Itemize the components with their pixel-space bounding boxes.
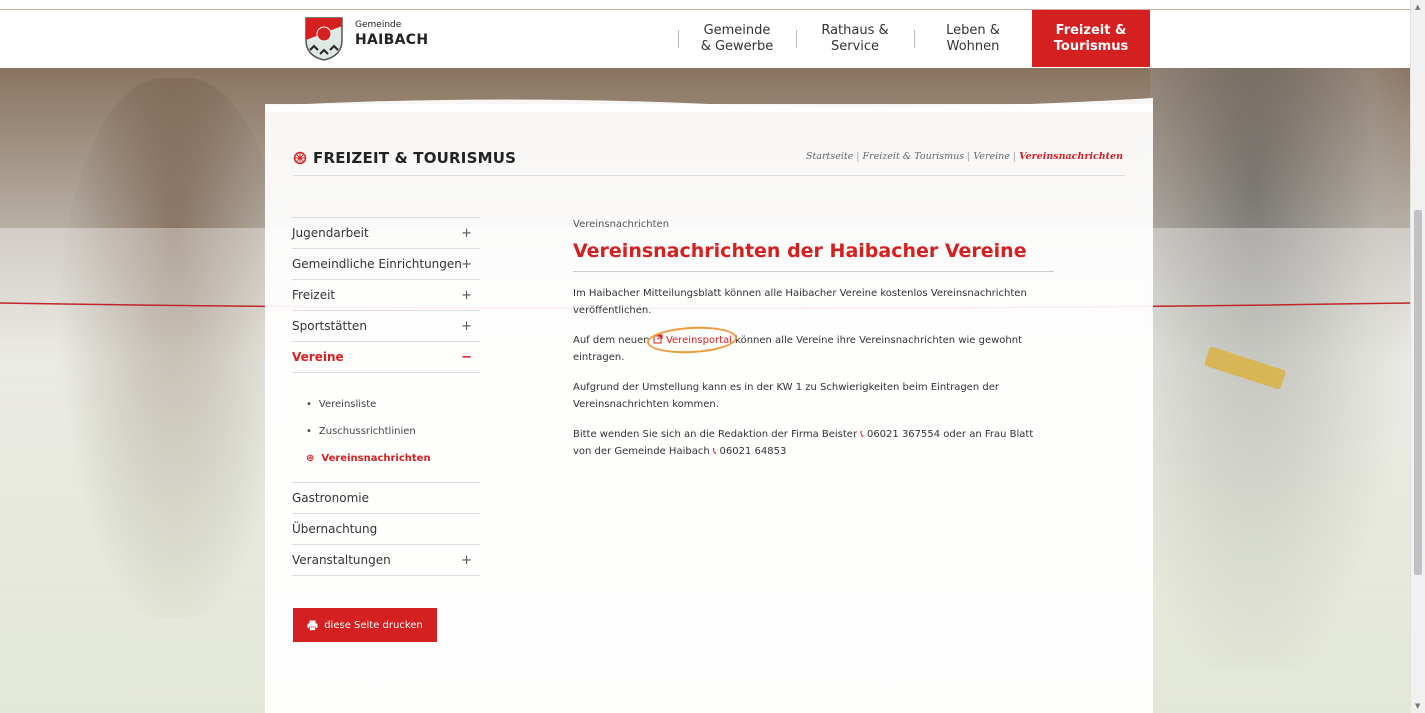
nav-freizeit-tourismus[interactable]: Freizeit & Tourismus bbox=[1032, 10, 1150, 67]
bullet-icon: • bbox=[306, 399, 312, 410]
phone-icon: 📞︎ bbox=[712, 446, 717, 457]
paragraph-text: Bitte wenden Sie sich an die Redaktion d… bbox=[573, 429, 861, 440]
sidebar-item-label: Veranstaltungen bbox=[292, 553, 391, 567]
phone-number-beister[interactable]: 06021 367554 bbox=[867, 429, 940, 440]
flower-icon bbox=[293, 151, 307, 165]
expand-plus-icon[interactable]: + bbox=[461, 553, 472, 568]
breadcrumb: Startseite | Freizeit & Tourismus | Vere… bbox=[806, 151, 1123, 162]
sidebar-item-label: Sportstätten bbox=[292, 319, 367, 333]
print-page-button[interactable]: diese Seite drucken bbox=[293, 608, 437, 642]
section-divider bbox=[293, 175, 1125, 176]
phone-icon: 📞︎ bbox=[860, 429, 864, 440]
breadcrumb-current: Vereinsnachrichten bbox=[1019, 151, 1123, 162]
breadcrumb-separator: | bbox=[856, 151, 860, 162]
paragraph-kontakt: Bitte wenden Sie sich an die Redaktion d… bbox=[573, 426, 1053, 460]
logo-small-text: Gemeinde bbox=[355, 20, 402, 30]
subnav-label: Vereinsnachrichten bbox=[321, 453, 431, 464]
logo-big-text: HAIBACH bbox=[355, 32, 429, 48]
nav-label: Rathaus & Service bbox=[821, 22, 889, 54]
sidebar-item-sportstaetten[interactable]: Sportstätten + bbox=[292, 310, 480, 341]
scrollbar-thumb[interactable] bbox=[1414, 210, 1422, 575]
paragraph-vereinsportal: Auf dem neuen Vereinsportal können alle … bbox=[573, 324, 1053, 366]
scroll-down-arrow-icon[interactable]: ▼ bbox=[1415, 702, 1420, 710]
paragraph-mitteilungsblatt: Im Haibacher Mitteilungsblatt können all… bbox=[573, 288, 1027, 316]
expand-plus-icon[interactable]: + bbox=[461, 319, 472, 334]
breadcrumb-separator: | bbox=[1012, 151, 1017, 162]
flower-bullet-icon: ⊛ bbox=[306, 453, 315, 464]
page-title: Vereinsnachrichten der Haibacher Vereine bbox=[573, 240, 1027, 262]
breadcrumb-startseite[interactable]: Startseite bbox=[806, 151, 853, 162]
scroll-up-arrow-icon[interactable]: ▲ bbox=[1415, 3, 1420, 11]
nav-label: Leben & Wohnen bbox=[946, 22, 1000, 54]
nav-leben-wohnen[interactable]: Leben & Wohnen bbox=[914, 10, 1032, 67]
sidebar-nav: Jugendarbeit + Gemeindliche Einrichtunge… bbox=[292, 217, 480, 576]
site-header: Gemeinde HAIBACH Gemeinde & Gewerbe Rath… bbox=[0, 0, 1410, 68]
sidebar-item-freizeit[interactable]: Freizeit + bbox=[292, 279, 480, 310]
main-content: Vereinsnachrichten Vereinsnachrichten de… bbox=[573, 219, 1054, 460]
printer-icon bbox=[307, 620, 318, 631]
nav-gemeinde-gewerbe[interactable]: Gemeinde & Gewerbe bbox=[678, 10, 796, 67]
sidebar-item-uebernachtung[interactable]: Übernachtung bbox=[292, 513, 480, 544]
subnav-item-vereinsnachrichten[interactable]: ⊛ Vereinsnachrichten bbox=[306, 445, 480, 472]
sidebar-item-label: Gemeindliche Einrichtungen bbox=[292, 257, 462, 271]
collapse-minus-icon[interactable]: − bbox=[461, 350, 472, 365]
expand-plus-icon[interactable]: + bbox=[461, 257, 472, 272]
content-card: FREIZEIT & TOURISMUS Startseite | Freize… bbox=[265, 104, 1153, 713]
sidebar-item-gastronomie[interactable]: Gastronomie bbox=[292, 482, 480, 513]
main-nav: Gemeinde & Gewerbe Rathaus & Service Leb… bbox=[678, 10, 1150, 67]
nav-label: Freizeit & Tourismus bbox=[1053, 22, 1129, 54]
sidebar-item-label: Vereine bbox=[292, 350, 344, 364]
logo-wordmark[interactable]: Gemeinde HAIBACH bbox=[355, 20, 429, 48]
page-scrollbar[interactable]: ▲ ▼ bbox=[1410, 0, 1425, 713]
sidebar-item-vereine[interactable]: Vereine − bbox=[292, 341, 480, 372]
paragraph-text: Auf dem neuen bbox=[573, 335, 653, 346]
nav-separator bbox=[678, 30, 679, 48]
nav-separator bbox=[796, 30, 797, 48]
breadcrumb-separator: | bbox=[967, 151, 971, 162]
title-divider bbox=[573, 271, 1054, 272]
sidebar-item-label: Gastronomie bbox=[292, 491, 369, 505]
haibach-coat-of-arms-logo[interactable] bbox=[302, 14, 346, 62]
sidebar-subnav-vereine: • Vereinsliste • Zuschussrichtlinien ⊛ V… bbox=[292, 372, 480, 482]
expand-plus-icon[interactable]: + bbox=[461, 288, 472, 303]
sidebar-item-jugendarbeit[interactable]: Jugendarbeit + bbox=[292, 217, 480, 248]
breadcrumb-vereine[interactable]: Vereine bbox=[973, 151, 1010, 162]
sidebar-bottom-rule bbox=[292, 575, 480, 576]
sidebar-item-label: Übernachtung bbox=[292, 522, 378, 536]
sidebar-item-label: Jugendarbeit bbox=[292, 226, 369, 240]
annotation-highlight-circle bbox=[646, 324, 738, 356]
expand-plus-icon[interactable]: + bbox=[461, 226, 472, 241]
sidebar-item-veranstaltungen[interactable]: Veranstaltungen + bbox=[292, 544, 480, 575]
print-button-label: diese Seite drucken bbox=[324, 619, 423, 631]
subnav-item-vereinsliste[interactable]: • Vereinsliste bbox=[306, 391, 480, 418]
sidebar-item-label: Freizeit bbox=[292, 288, 336, 302]
sidebar-item-gemeindliche-einrichtungen[interactable]: Gemeindliche Einrichtungen + bbox=[292, 248, 480, 279]
nav-label: Gemeinde & Gewerbe bbox=[700, 22, 774, 54]
subnav-label: Zuschussrichtlinien bbox=[318, 426, 416, 437]
section-header: FREIZEIT & TOURISMUS bbox=[293, 149, 516, 167]
subnav-label: Vereinsliste bbox=[318, 399, 377, 410]
nav-separator bbox=[914, 30, 915, 48]
subnav-item-zuschussrichtlinien[interactable]: • Zuschussrichtlinien bbox=[306, 418, 480, 445]
section-title: FREIZEIT & TOURISMUS bbox=[313, 149, 517, 167]
breadcrumb-freizeit-tourismus[interactable]: Freizeit & Tourismus bbox=[863, 151, 965, 162]
nav-rathaus-service[interactable]: Rathaus & Service bbox=[796, 10, 914, 67]
vereinsportal-link-wrapper: Vereinsportal bbox=[646, 324, 738, 356]
page-eyebrow: Vereinsnachrichten bbox=[573, 219, 670, 230]
bullet-icon: • bbox=[306, 426, 312, 437]
phone-number-gemeinde[interactable]: 06021 64853 bbox=[720, 446, 787, 457]
paragraph-umstellung: Aufgrund der Umstellung kann es in der K… bbox=[573, 382, 999, 410]
